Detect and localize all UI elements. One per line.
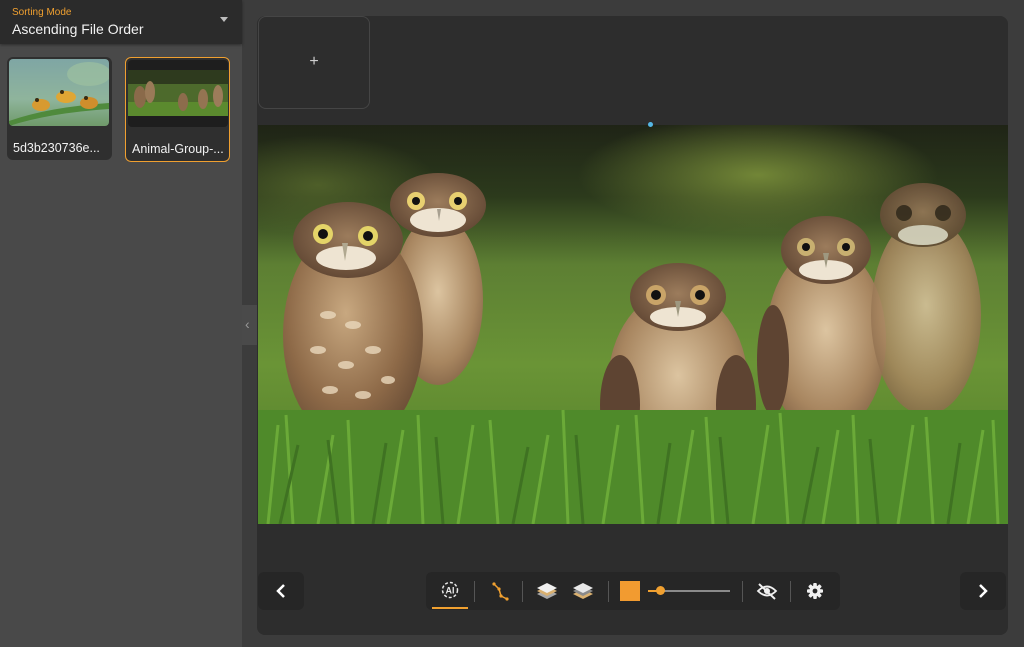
add-image-button[interactable]: + (258, 16, 370, 109)
previous-image-button[interactable] (258, 572, 304, 610)
sidebar: Sorting Mode Ascending File Order 5d3b23… (0, 0, 242, 647)
toolbar-divider (474, 581, 475, 602)
plus-icon: + (309, 53, 319, 70)
chevron-left-icon (276, 584, 285, 598)
anchor-point-marker[interactable] (648, 122, 653, 127)
active-tool-indicator (432, 607, 468, 609)
polyline-tool[interactable] (486, 572, 514, 610)
layers-outline-icon (573, 583, 593, 599)
caret-down-icon (220, 17, 228, 22)
toggle-visibility-button[interactable] (754, 572, 780, 610)
next-image-button[interactable] (960, 572, 1006, 610)
layers-outline-tool[interactable] (568, 572, 598, 610)
toolbar-divider (522, 581, 523, 602)
ai-select-tool[interactable]: AI (432, 572, 468, 610)
sorting-mode-value: Ascending File Order (12, 21, 144, 37)
ai-label: AI (446, 586, 455, 596)
chevron-right-icon (979, 584, 988, 598)
chevron-left-icon: ‹ (245, 316, 250, 332)
image-canvas[interactable] (258, 125, 1008, 524)
thumbnail-card[interactable]: 5d3b230736e... (7, 57, 112, 160)
ai-select-icon: AI (441, 581, 459, 599)
layers-filled-tool[interactable] (532, 572, 562, 610)
thumbnail-image-owls (128, 60, 228, 127)
eye-off-icon (756, 583, 778, 600)
toolbar-divider (742, 581, 743, 602)
sorting-mode-label: Sorting Mode (12, 7, 72, 18)
color-swatch-icon[interactable] (620, 581, 640, 601)
sorting-mode-dropdown[interactable]: Sorting Mode Ascending File Order (0, 0, 242, 44)
thumbnail-card-selected[interactable]: Animal-Group-... (125, 57, 230, 162)
settings-button[interactable] (802, 572, 828, 610)
toolbar-divider (790, 581, 791, 602)
thumbnail-name: 5d3b230736e... (13, 141, 100, 155)
collapse-sidebar-tab[interactable]: ‹ (242, 305, 258, 345)
annotation-toolbar: AI (426, 572, 840, 610)
thumbnail-image-frogs (9, 59, 109, 126)
toolbar-divider (608, 581, 609, 602)
gear-icon (807, 583, 823, 599)
polyline-icon (492, 582, 509, 601)
layers-filled-icon (537, 583, 557, 599)
thumbnail-name: Animal-Group-... (132, 142, 224, 156)
brush-size-slider-handle[interactable] (656, 586, 666, 595)
